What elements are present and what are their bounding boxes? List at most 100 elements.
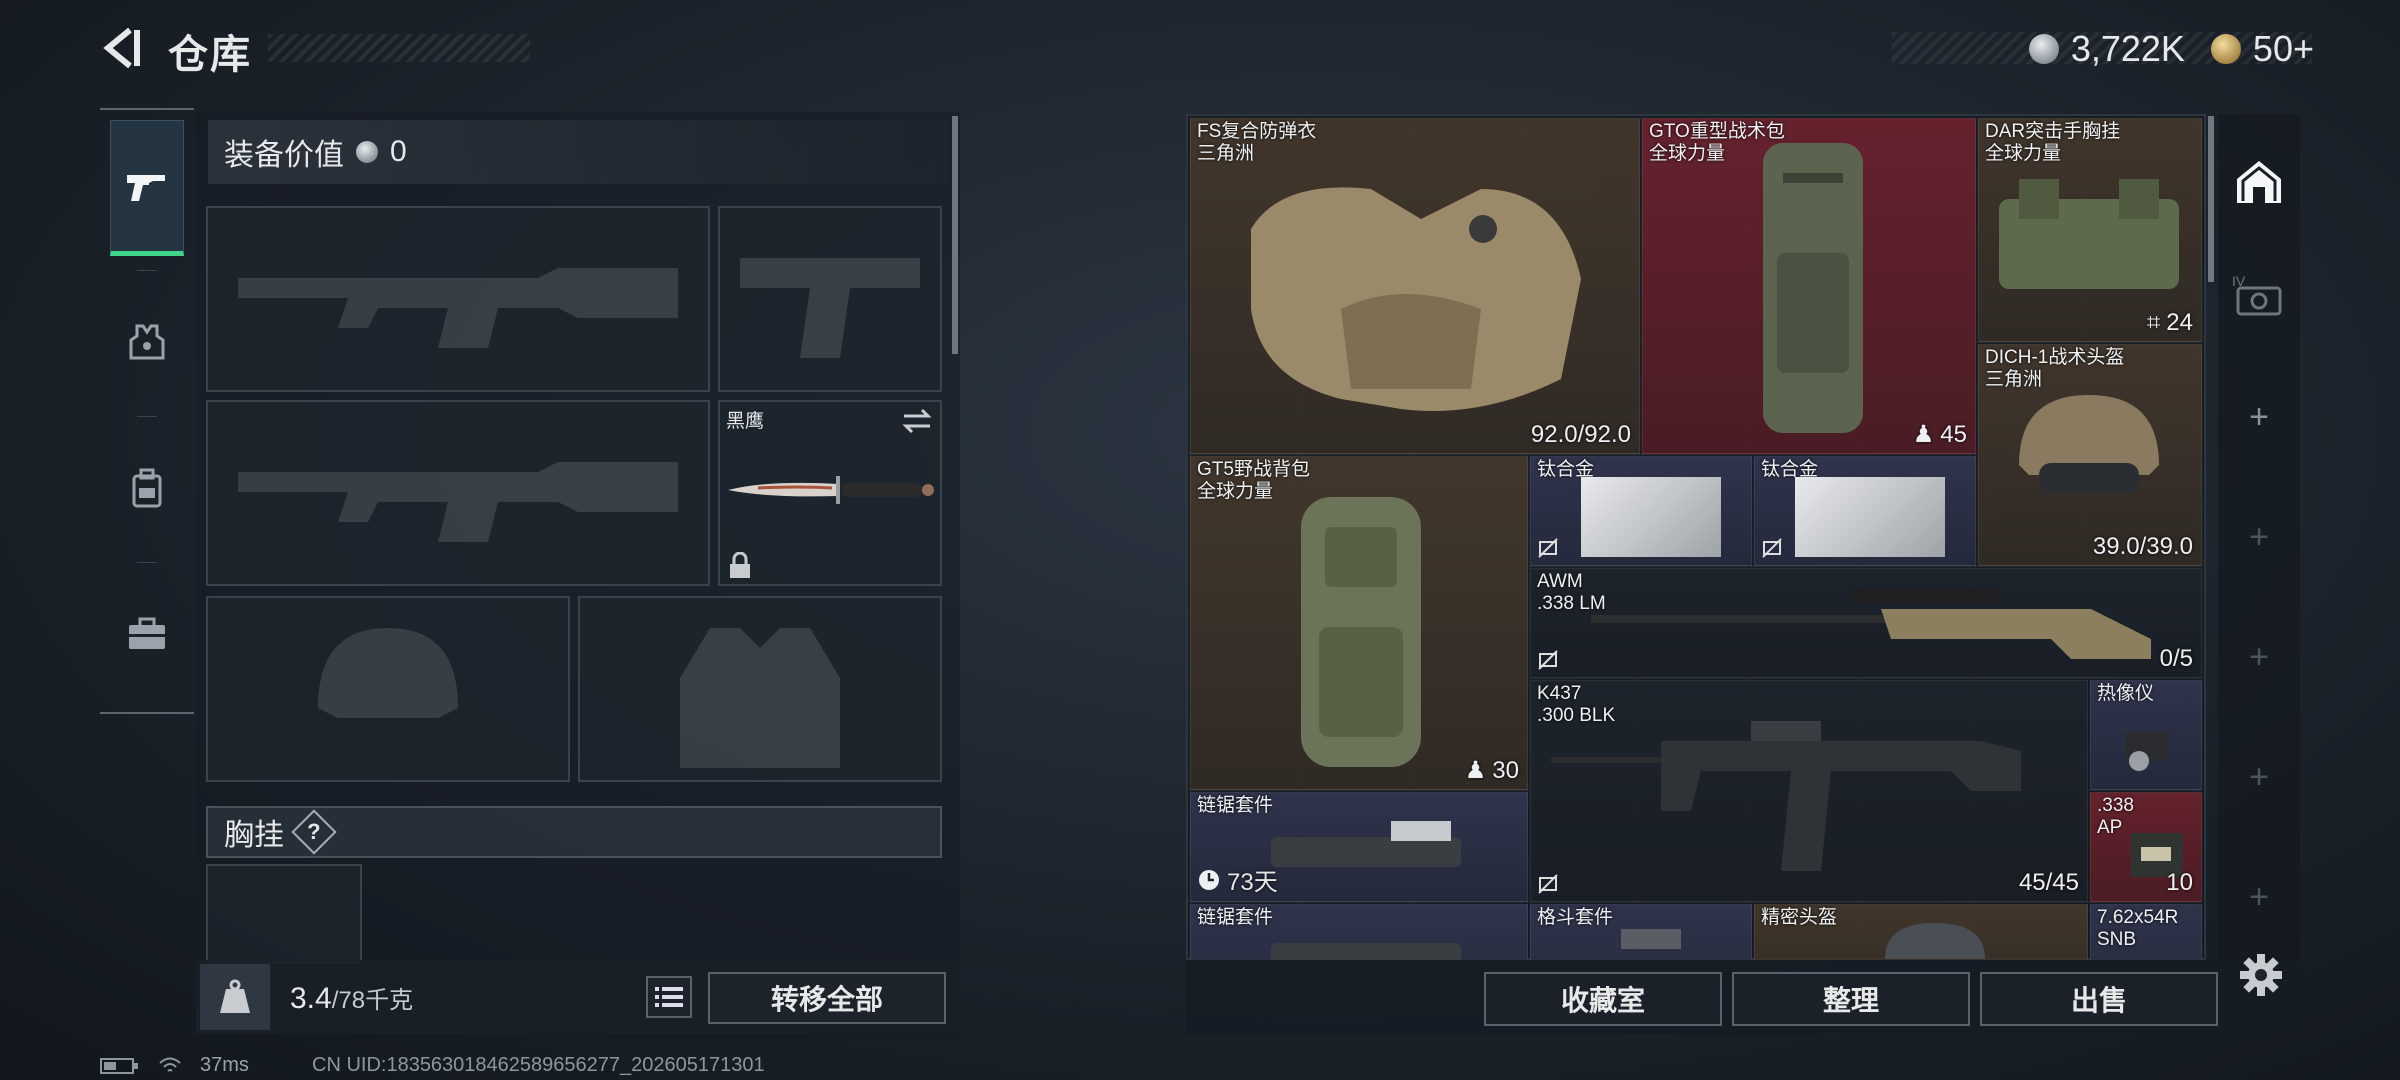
equip-value-label: 装备价值	[224, 139, 344, 172]
chest-rig-label: 胸挂	[224, 819, 284, 852]
titanium-image	[1795, 477, 1945, 557]
currency-display: 3,722K 50+	[2028, 28, 2314, 70]
melee-kit-image	[1621, 929, 1681, 949]
titanium-image	[1581, 477, 1721, 557]
thermal-imager-image	[2125, 731, 2169, 771]
weight-readout: 3.4/78千克	[290, 980, 413, 1016]
pistol-slot[interactable]	[718, 206, 942, 392]
stash-item[interactable]: 钛合金	[1754, 456, 1976, 566]
stash-item[interactable]: 格斗套件	[1530, 904, 1752, 960]
item-capacity: ♟ 30	[1464, 756, 1519, 785]
add-page-plus-icon[interactable]: +	[2226, 744, 2292, 810]
timer-icon	[1199, 869, 1219, 890]
stash-item[interactable]: 链锯套件 73天	[1190, 792, 1528, 902]
rifle-silhouette-icon	[238, 268, 678, 348]
stash-item[interactable]: 精密头盔	[1754, 904, 2088, 960]
no-insure-icon	[1538, 874, 1558, 894]
stash-item[interactable]: FS复合防弹衣 三角洲 92.0/92.0	[1190, 118, 1640, 454]
backpack-image	[1301, 497, 1421, 767]
item-ammo: 45/45	[2018, 869, 2079, 896]
equip-value-amount: 0	[390, 135, 407, 168]
add-page-plus-icon[interactable]: +	[2226, 504, 2292, 570]
add-page-plus-icon[interactable]: +	[2226, 864, 2292, 930]
wifi-icon	[159, 1057, 181, 1072]
item-count: 10	[2166, 869, 2193, 896]
lock-icon	[730, 552, 750, 578]
nav-weapons[interactable]	[110, 120, 184, 256]
no-insure-icon	[1762, 538, 1782, 558]
weight-icon	[200, 964, 270, 1030]
organize-button[interactable]: 整理	[1732, 972, 1970, 1026]
transfer-all-button[interactable]: 转移全部	[708, 972, 946, 1024]
stash-page-main[interactable]	[2226, 148, 2292, 214]
vest-silhouette-icon	[680, 628, 840, 768]
no-insure-icon	[1538, 538, 1558, 558]
loadout-scrollbar[interactable]	[952, 116, 958, 354]
armor-slot[interactable]	[578, 596, 942, 782]
stash-item[interactable]: DICH-1战术头盔 三角洲 39.0/39.0	[1978, 344, 2202, 566]
secondary-weapon-slot[interactable]	[206, 400, 710, 586]
stash-item[interactable]: AWM .338 LM 0/5	[1530, 568, 2202, 678]
knife-image	[728, 476, 934, 504]
add-page-plus-icon[interactable]: +	[2226, 384, 2292, 450]
stash-scrollbar[interactable]	[2208, 116, 2214, 282]
primary-weapon-slot[interactable]	[206, 206, 710, 392]
helmet-slot[interactable]	[206, 596, 570, 782]
collection-room-button[interactable]: 收藏室	[1484, 972, 1722, 1026]
chest-rig-image	[1999, 179, 2179, 289]
weight-current: 3.4	[290, 982, 332, 1015]
capacity-icon: ♟	[1464, 757, 1487, 784]
nav-armor[interactable]	[110, 274, 184, 410]
stash-item[interactable]: K437.300 BLK 45/45	[1530, 680, 2088, 902]
list-icon	[655, 987, 683, 1007]
battery-icon	[100, 1057, 138, 1074]
toolbox-icon	[129, 617, 165, 649]
stash-item[interactable]: 链锯套件	[1190, 904, 1528, 960]
pistol-silhouette-icon	[740, 258, 920, 358]
stash-item[interactable]: 7.62x54R SNB	[2090, 904, 2202, 960]
stash-page-2[interactable]: IV	[2226, 262, 2292, 328]
stash-item[interactable]: 钛合金	[1530, 456, 1752, 566]
item-name: 热像仪	[2097, 683, 2155, 704]
coin-icon	[356, 141, 378, 163]
body-armor-image	[1251, 187, 1581, 411]
item-timer: 73天	[1197, 862, 1278, 897]
equipment-value: 装备价值 0	[208, 120, 948, 184]
chest-rig-slot[interactable]	[206, 864, 362, 964]
settings-icon[interactable]	[2238, 952, 2284, 998]
help-icon[interactable]: ?	[291, 809, 337, 855]
backpack-image	[1763, 143, 1863, 433]
stash-item[interactable]: GT5野战背包 全球力量 ♟ 30	[1190, 456, 1528, 790]
token-icon	[2210, 34, 2241, 64]
swap-icon[interactable]	[902, 408, 932, 434]
melee-name: 黑鹰	[726, 411, 765, 432]
uid-readout: CN UID:18356301846258965​6277_2026051713…	[312, 1054, 765, 1076]
status-bar: 37ms	[100, 1054, 249, 1077]
stash-item[interactable]: .338 AP 10	[2090, 792, 2202, 902]
item-durability: 92.0/92.0	[1530, 421, 1631, 448]
nav-backpack[interactable]	[110, 420, 184, 556]
hideout-icon	[2237, 161, 2281, 203]
nav-toolbox[interactable]	[110, 566, 184, 702]
add-page-plus-icon[interactable]: +	[2226, 624, 2292, 690]
coin-icon	[2028, 34, 2059, 64]
stash-grid: FS复合防弹衣 三角洲 92.0/92.0 GTO重型战术包 全球力量 ♟ 45 DA…	[1190, 118, 2202, 960]
rifle-silhouette-icon	[238, 462, 678, 542]
stash-item[interactable]: 热像仪	[2090, 680, 2202, 790]
assault-rifle-image	[1551, 721, 2021, 871]
melee-slot[interactable]: 黑鹰	[718, 400, 942, 586]
capacity-icon: ♟	[1912, 421, 1935, 448]
list-view-button[interactable]	[646, 976, 692, 1018]
gun-icon	[127, 175, 165, 201]
chest-rig-header: 胸挂 ?	[206, 806, 942, 858]
rig-icon: ⌗	[2146, 309, 2161, 336]
item-name: DAR突击手胸挂 全球力量	[1985, 121, 2121, 164]
token-amount: 50+	[2252, 28, 2314, 69]
camera-icon: IV	[2232, 273, 2282, 316]
stash-item[interactable]: GTO重型战术包 全球力量 ♟ 45	[1642, 118, 1976, 454]
coin-amount: 3,722K	[2070, 28, 2185, 69]
stash-item[interactable]: DAR突击手胸挂 全球力量 ⌗ 24	[1978, 118, 2202, 342]
chainsaw-kit-image	[1271, 943, 1461, 960]
sell-button[interactable]: 出售	[1980, 972, 2218, 1026]
back-arrow-icon[interactable]	[100, 26, 144, 70]
